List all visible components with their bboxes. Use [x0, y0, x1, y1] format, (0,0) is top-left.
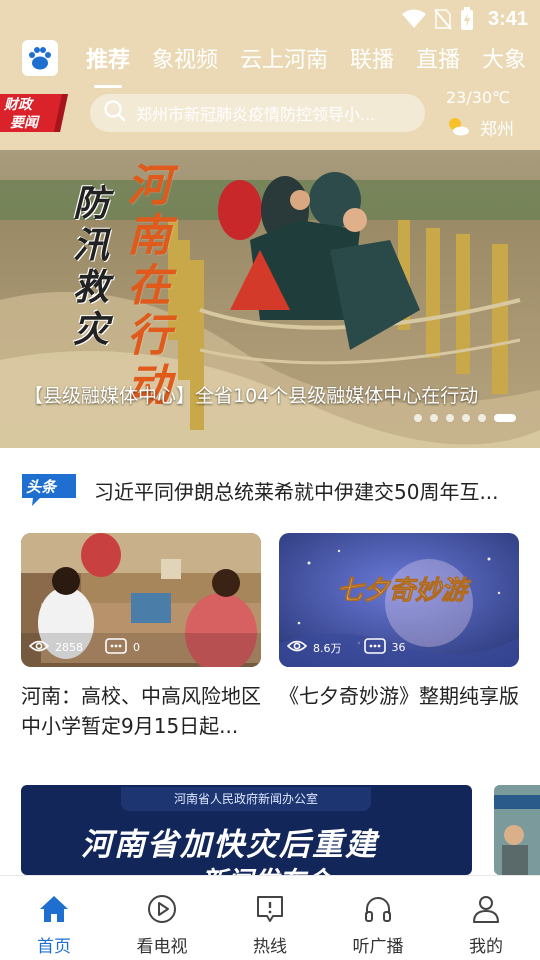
news-card[interactable]: 2858 0 河南：高校、中高风险地区中小学暂定9月15日起...: [21, 533, 261, 741]
no-sim-icon: [434, 8, 452, 30]
press-conference-banner[interactable]: 河南省人民政府新闻办公室 河南省加快灾后重建 新闻发布会: [21, 785, 472, 875]
nav-tv[interactable]: 看电视: [108, 876, 216, 960]
wifi-icon: [401, 9, 426, 29]
channel-nav: 推荐 象视频 云上河南 联播 直播 大象: [0, 36, 540, 80]
weather-temp: 23/30℃: [446, 88, 511, 107]
view-count: 2858: [55, 641, 83, 654]
tab-broadcast[interactable]: 联播: [350, 38, 394, 78]
thumb-title-text: 七夕奇妙游: [337, 576, 472, 606]
finance-news-line2: 要闻: [10, 115, 40, 131]
press-office-label: 河南省人民政府新闻办公室: [121, 787, 371, 811]
home-icon: [39, 894, 69, 928]
nav-home-label: 首页: [37, 937, 71, 957]
headphones-icon: [363, 894, 393, 928]
news-card-thumbnail: 2858 0: [21, 533, 261, 667]
view-count: 8.6万: [313, 641, 342, 655]
search-placeholder: 郑州市新冠肺炎疫情防控领导小...: [136, 105, 376, 124]
carousel-dot[interactable]: [414, 414, 422, 422]
news-card-title: 《七夕奇妙游》整期纯享版: [279, 684, 519, 708]
press-banner-subtitle: 新闻发布会: [201, 861, 331, 875]
nav-profile-label: 我的: [469, 937, 503, 957]
hero-banner[interactable]: 防汛救灾 河南在行动 【县级融媒体中心】全省104个县级融媒体中心在行动: [0, 150, 540, 448]
news-card[interactable]: 七夕奇妙游 8.6万 36 《七夕奇妙游》整期纯享版: [279, 533, 519, 741]
nav-hotline-label: 热线: [253, 937, 287, 957]
hotline-icon: [255, 894, 285, 928]
press-banner-title: 河南省加快灾后重建: [81, 827, 378, 863]
top-header: 3:41 推荐 象视频 云上河南 联播 直播 大象 财政 要闻 郑州市新冠肺炎疫…: [0, 0, 540, 150]
battery-charging-icon: [460, 7, 474, 31]
bottom-nav: 首页 看电视 热线 听广播 我的: [0, 875, 540, 960]
banner-slogan-1: 防汛救灾: [67, 184, 109, 352]
carousel-dot[interactable]: [462, 414, 470, 422]
banner-slogan-2: 河南在行动: [119, 162, 170, 412]
nav-hotline[interactable]: 热线: [216, 876, 324, 960]
finance-news-badge[interactable]: 财政 要闻: [0, 92, 70, 134]
nav-profile[interactable]: 我的: [432, 876, 540, 960]
paw-logo-icon[interactable]: [22, 40, 58, 76]
eye-icon: [28, 639, 50, 656]
headline-badge-text: 头条: [26, 478, 58, 496]
nav-radio[interactable]: 听广播: [324, 876, 432, 960]
carousel-dot[interactable]: [446, 414, 454, 422]
carousel-dot-active[interactable]: [494, 414, 516, 422]
eye-icon: [286, 639, 308, 656]
weather-city: 郑州: [480, 120, 514, 140]
comment-icon: [105, 638, 127, 657]
carousel-dot[interactable]: [430, 414, 438, 422]
comment-count: 36: [391, 641, 406, 654]
play-circle-icon: [147, 894, 177, 928]
comment-count: 0: [133, 641, 140, 654]
tab-live[interactable]: 直播: [416, 38, 460, 78]
nav-tv-label: 看电视: [136, 937, 188, 957]
status-bar: 3:41: [401, 6, 528, 32]
tab-elephant[interactable]: 大象: [482, 38, 526, 78]
headline-text: 习近平同伊朗总统莱希就中伊建交50周年互...: [94, 480, 499, 504]
weather-widget[interactable]: 23/30℃ 郑州: [446, 88, 536, 140]
next-banner-preview[interactable]: [494, 785, 540, 875]
news-card-title: 河南：高校、中高风险地区中小学暂定9月15日起...: [21, 684, 261, 738]
nav-home[interactable]: 首页: [0, 876, 108, 960]
nav-radio-label: 听广播: [352, 937, 404, 957]
tab-elephant-video[interactable]: 象视频: [152, 38, 218, 78]
carousel-dot[interactable]: [478, 414, 486, 422]
tab-recommend[interactable]: 推荐: [86, 38, 130, 78]
tab-cloud-henan[interactable]: 云上河南: [240, 38, 328, 78]
headline-badge: 头条: [20, 472, 78, 512]
search-icon: [104, 100, 126, 126]
finance-news-line1: 财政: [3, 96, 35, 113]
search-bar[interactable]: 郑州市新冠肺炎疫情防控领导小...: [90, 94, 425, 132]
headline-row[interactable]: 头条 习近平同伊朗总统莱希就中伊建交50周年互...: [0, 448, 540, 532]
comment-icon: [363, 638, 386, 657]
banner-caption: 【县级融媒体中心】全省104个县级融媒体中心在行动: [24, 385, 479, 407]
carousel-indicator: [414, 414, 516, 422]
clock: 3:41: [487, 7, 528, 30]
sun-cloud-icon: [446, 116, 470, 140]
news-card-thumbnail: 七夕奇妙游 8.6万 36: [279, 533, 519, 667]
user-icon: [471, 894, 501, 928]
